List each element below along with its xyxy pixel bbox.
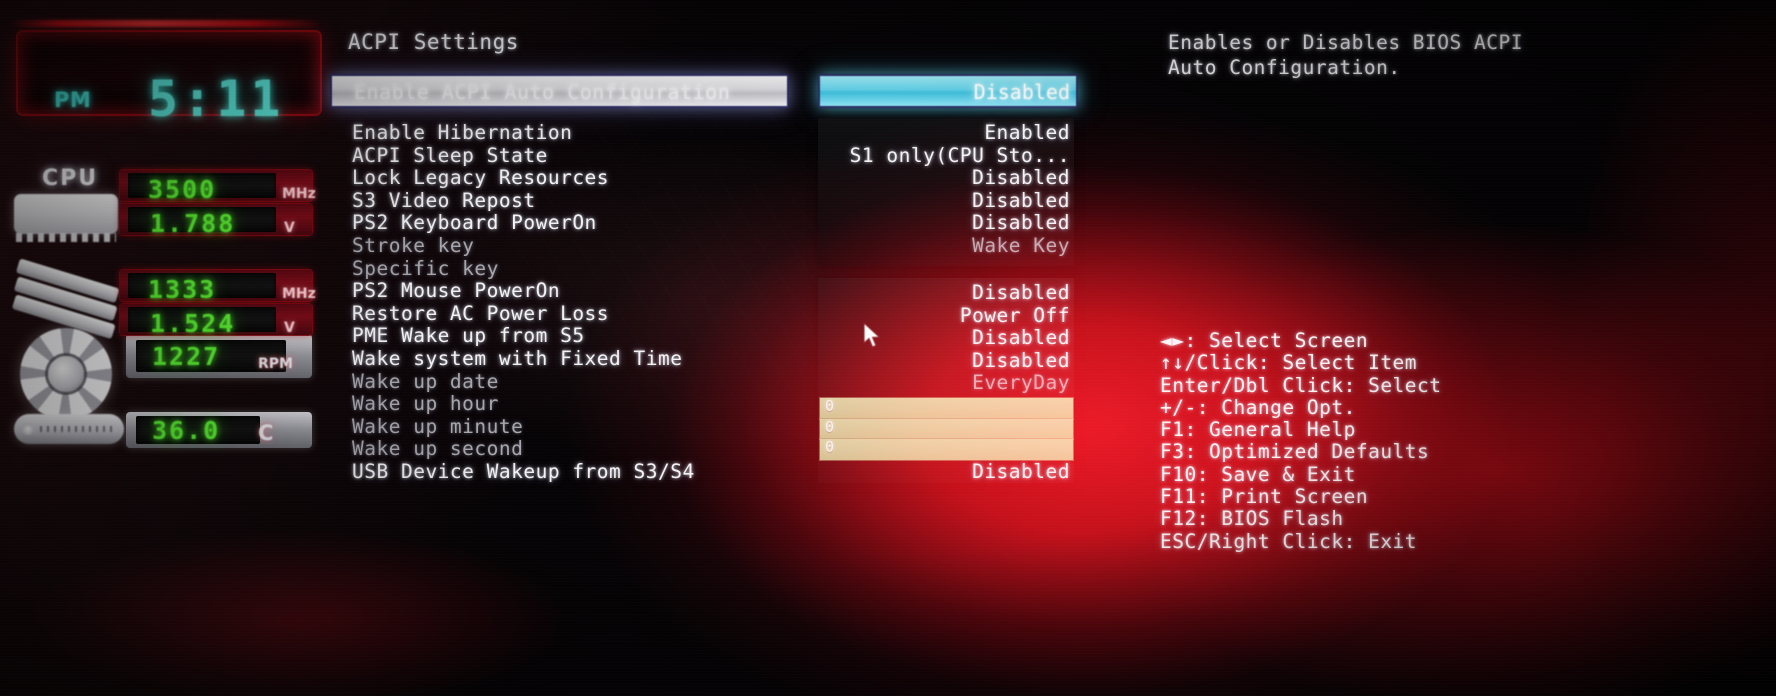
setting-value[interactable]: S1 only(CPU Sto... <box>820 144 1070 168</box>
legend-print-screen: F11: Print Screen <box>1160 485 1369 509</box>
wake-up-minute-value: 0 <box>825 417 835 436</box>
setting-value[interactable]: Enabled <box>820 121 1070 145</box>
setting-value[interactable]: Power Off <box>820 304 1070 328</box>
legend-general-help: F1: General Help <box>1160 418 1356 442</box>
setting-label[interactable]: Wake system with Fixed Time <box>352 347 772 371</box>
setting-value[interactable]: Disabled <box>820 212 1070 235</box>
selected-setting-value: Disabled <box>973 80 1070 104</box>
help-line: Enables or Disables BIOS ACPI <box>1168 31 1523 54</box>
setting-label: Specific key <box>352 256 499 280</box>
setting-label[interactable]: PME Wake up from S5 <box>352 325 772 348</box>
legend-select-screen: ◄►: Select Screen <box>1160 329 1369 352</box>
wake-up-hour-value: 0 <box>825 397 835 415</box>
setting-label[interactable]: Restore AC Power Loss <box>352 302 772 326</box>
setting-label: Wake up date <box>352 369 499 393</box>
setting-label: Wake up hour <box>352 392 499 416</box>
legend-select-item: ↑↓/Click: Select Item <box>1160 351 1418 375</box>
setting-value-list-lower: Disabled Power Off Disabled Disabled Eve… <box>820 281 1072 395</box>
mouse-cursor-icon <box>863 322 881 348</box>
setting-value-list-upper: Enabled S1 only(CPU Sto... Disabled Disa… <box>820 121 1072 258</box>
wake-up-minute-input[interactable]: 0 <box>820 417 1073 440</box>
selected-setting-row[interactable]: Enable ACPI Auto Configuration <box>330 74 789 108</box>
legend-enter-select: Enter/Dbl Click: Select <box>1160 373 1442 397</box>
setting-label[interactable]: PS2 Mouse PowerOn <box>352 280 772 303</box>
legend-bios-flash: F12: BIOS Flash <box>1160 507 1344 531</box>
selected-setting-value-box[interactable]: Disabled <box>818 74 1078 108</box>
legend-save-exit: F10: Save & Exit <box>1160 462 1356 486</box>
legend-optimized-default: F3: Optimized Defaults <box>1160 440 1430 464</box>
setting-value: EveryDay <box>972 371 1070 395</box>
legend-exit: ESC/Right Click: Exit <box>1160 529 1418 553</box>
legend-change-opt: +/-: Change Opt. <box>1160 395 1356 419</box>
setting-label[interactable]: USB Device Wakeup from S3/S4 <box>352 460 772 484</box>
key-legend-panel: ◄►: Select Screen ↑↓/Click: Select Item … <box>1160 329 1760 553</box>
setting-label: Wake up minute <box>352 414 524 438</box>
wake-up-second-input[interactable]: 0 <box>820 438 1073 460</box>
setting-value[interactable]: Disabled <box>820 189 1070 213</box>
setting-value[interactable]: Disabled <box>820 349 1070 373</box>
setting-label[interactable]: S3 Video Repost <box>352 189 772 213</box>
setting-value[interactable]: Disabled <box>820 460 1070 484</box>
page-title: ACPI Settings <box>348 30 519 54</box>
wake-up-hour-input[interactable]: 0 <box>820 397 1073 419</box>
bios-setup-screen: PM 5:11 CPU 3500 MHz 1.788 V 1333 MHz 1.… <box>0 0 1776 696</box>
setting-label[interactable]: ACPI Sleep State <box>352 144 772 168</box>
selected-setting-label: Enable ACPI Auto Configuration <box>354 80 731 104</box>
setting-label[interactable]: Lock Legacy Resources <box>352 167 772 190</box>
setting-value[interactable]: Disabled <box>820 281 1070 305</box>
setting-value[interactable]: Disabled <box>820 327 1070 350</box>
setting-label[interactable]: PS2 Keyboard PowerOn <box>352 212 772 235</box>
help-text-panel: Enables or Disables BIOS ACPI Auto Confi… <box>1168 30 1768 80</box>
setting-label[interactable]: Enable Hibernation <box>352 121 772 145</box>
setting-label: Stroke key <box>352 233 475 257</box>
setting-value: Wake Key <box>972 233 1070 257</box>
setting-value-list-last: Disabled <box>820 460 1072 484</box>
help-line: Auto Configuration. <box>1168 56 1401 79</box>
wake-time-input-group: 0 0 0 <box>820 397 1073 460</box>
setting-value[interactable]: Disabled <box>820 167 1070 190</box>
wake-up-second-value: 0 <box>825 438 835 457</box>
setting-label: Wake up second <box>352 437 524 461</box>
setting-label-list: Enable Hibernation ACPI Sleep State Lock… <box>352 121 772 484</box>
